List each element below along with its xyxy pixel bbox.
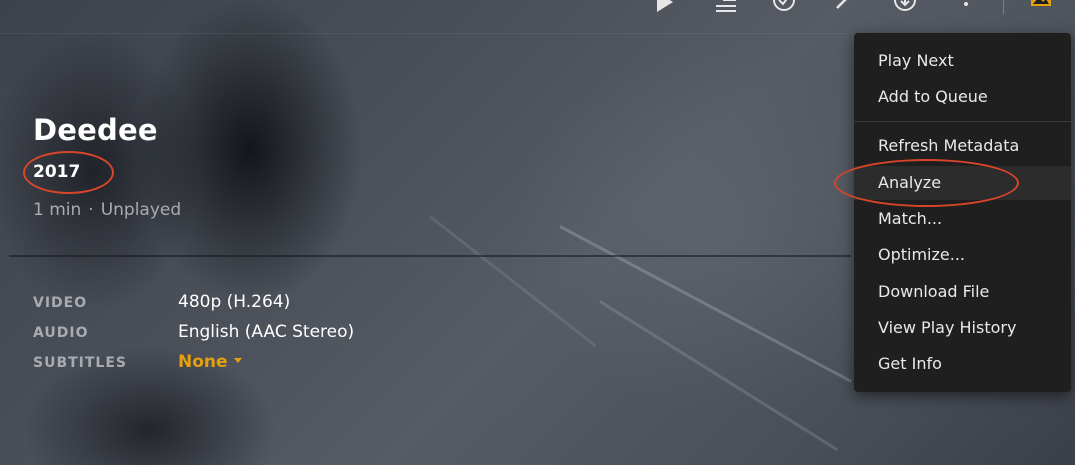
audio-label: AUDIO (33, 325, 89, 341)
menu-item-view-play-history[interactable]: View Play History (854, 311, 1071, 345)
section-divider (9, 255, 851, 257)
caret-down-icon (233, 357, 242, 363)
play-status: Unplayed (100, 200, 182, 220)
audio-value: English (AAC Stereo) (178, 322, 355, 342)
menu-item-play-next[interactable]: Play Next (854, 44, 1071, 78)
menu-item-add-to-queue[interactable]: Add to Queue (854, 80, 1071, 114)
mark-watched-icon[interactable] (771, 0, 797, 14)
toolbar-separator (1003, 0, 1004, 14)
item-meta: 1 min · Unplayed (33, 200, 181, 220)
edit-icon[interactable] (832, 0, 858, 14)
download-icon[interactable] (892, 0, 918, 14)
video-label: VIDEO (33, 295, 88, 311)
play-icon[interactable] (652, 0, 678, 14)
menu-item-match[interactable]: Match... (854, 202, 1071, 236)
menu-item-download-file[interactable]: Download File (854, 275, 1071, 309)
background-streak (429, 215, 597, 347)
analyze-annotation-circle (834, 159, 1019, 207)
toolbar-divider (0, 33, 850, 34)
subtitles-value: None (178, 352, 228, 372)
menu-separator (854, 121, 1071, 122)
video-value: 480p (H.264) (178, 292, 291, 312)
artwork-icon[interactable] (1028, 0, 1054, 14)
more-actions-menu: Play Next Add to Queue Refresh Metadata … (854, 33, 1071, 392)
menu-item-get-info[interactable]: Get Info (854, 347, 1071, 381)
add-to-queue-icon[interactable] (711, 0, 737, 14)
menu-item-refresh-metadata[interactable]: Refresh Metadata (854, 129, 1071, 163)
page-title: Deedee (33, 113, 158, 147)
menu-item-optimize[interactable]: Optimize... (854, 238, 1071, 272)
background-streak (599, 300, 839, 452)
meta-separator: · (88, 200, 94, 220)
duration-text: 1 min (33, 200, 82, 220)
year-annotation-circle (23, 151, 114, 194)
more-icon[interactable] (953, 0, 979, 14)
subtitles-label: SUBTITLES (33, 355, 127, 371)
subtitles-dropdown[interactable]: None (178, 352, 242, 372)
